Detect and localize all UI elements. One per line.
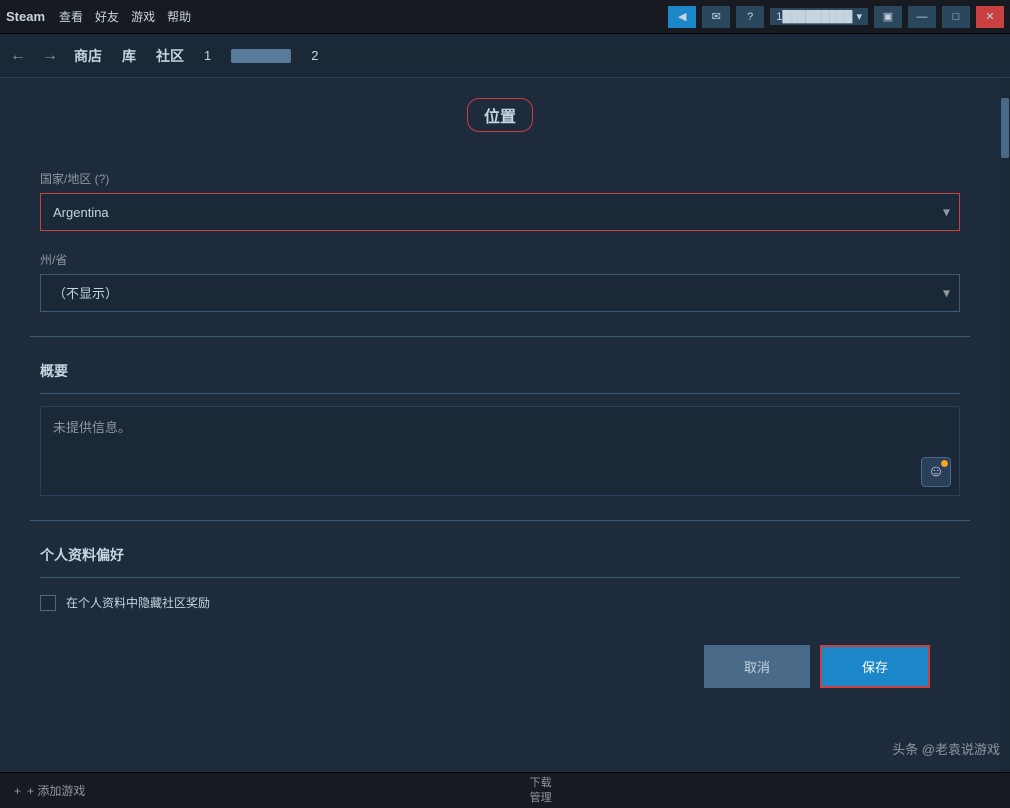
- emoji-button[interactable]: ☺: [921, 457, 951, 487]
- username-blur: [231, 49, 291, 63]
- preferences-title: 个人资料偏好: [40, 545, 960, 565]
- preferences-separator: [40, 577, 960, 578]
- title-bar-left: Steam 查看 好友 游戏 帮助: [6, 8, 191, 25]
- summary-separator: [40, 393, 960, 394]
- download-info[interactable]: 下载 管理: [530, 776, 552, 805]
- add-game-label: + 添加游戏: [27, 782, 85, 799]
- state-label: 州/省: [40, 251, 960, 268]
- nav-library[interactable]: 库: [122, 46, 136, 66]
- download-sub: 管理: [530, 791, 552, 805]
- add-game-button[interactable]: + + 添加游戏: [14, 782, 85, 799]
- bottom-bar: + + 添加游戏 下载 管理: [0, 772, 1010, 808]
- title-bar-menu: 查看 好友 游戏 帮助: [59, 8, 191, 25]
- preferences-section: 个人资料偏好 在个人资料中隐藏社区奖励: [30, 545, 970, 611]
- country-select[interactable]: Argentina China United States: [40, 193, 960, 231]
- user-dropdown[interactable]: 1█████████ ▾: [770, 8, 868, 25]
- forward-arrow[interactable]: →: [42, 47, 58, 65]
- nav-username-suffix: 2: [311, 48, 318, 63]
- hide-rewards-label: 在个人资料中隐藏社区奖励: [66, 594, 210, 611]
- nav-username: 1: [204, 48, 211, 63]
- save-button[interactable]: 保存: [820, 645, 930, 688]
- scrollbar-track[interactable]: [1000, 78, 1010, 772]
- steam-logo: Steam: [6, 9, 45, 24]
- section-title-location: 位置: [467, 98, 533, 132]
- state-select-wrapper: （不显示） ▾: [40, 274, 960, 312]
- download-title: 下载: [530, 776, 552, 790]
- back-arrow[interactable]: ←: [10, 47, 26, 65]
- menu-view[interactable]: 查看: [59, 8, 83, 25]
- summary-placeholder: 未提供信息。: [53, 420, 131, 435]
- country-form-group: 国家/地区 (?) Argentina China United States …: [30, 170, 970, 231]
- scrollbar-thumb[interactable]: [1001, 98, 1009, 158]
- nav-community[interactable]: 社区: [156, 46, 184, 66]
- content-panel: 位置 国家/地区 (?) Argentina China United Stat…: [0, 78, 1000, 772]
- username-text: 1█████████: [776, 11, 852, 23]
- cancel-button[interactable]: 取消: [704, 645, 810, 688]
- section-separator-1: [30, 336, 970, 337]
- plus-icon: +: [14, 784, 21, 798]
- chevron-down-icon: ▾: [856, 10, 862, 23]
- menu-help[interactable]: 帮助: [167, 8, 191, 25]
- minimize-button[interactable]: —: [908, 6, 936, 28]
- country-label: 国家/地区 (?): [40, 170, 960, 187]
- section-separator-2: [30, 520, 970, 521]
- nav-store[interactable]: 商店: [74, 46, 102, 66]
- state-select[interactable]: （不显示）: [40, 274, 960, 312]
- country-select-wrapper: Argentina China United States ▾: [40, 193, 960, 231]
- menu-games[interactable]: 游戏: [131, 8, 155, 25]
- close-button[interactable]: ✕: [976, 6, 1004, 28]
- maximize-button[interactable]: □: [942, 6, 970, 28]
- monitor-icon[interactable]: ▣: [874, 6, 902, 28]
- title-bar-right: ◀ ✉ ? 1█████████ ▾ ▣ — □ ✕: [668, 6, 1004, 28]
- action-bar: 取消 保存: [30, 635, 970, 688]
- title-bar: Steam 查看 好友 游戏 帮助 ◀ ✉ ? 1█████████ ▾ ▣ —…: [0, 0, 1010, 34]
- watermark: 头条 @老袁说游戏: [892, 739, 1000, 758]
- mail-icon[interactable]: ✉: [702, 6, 730, 28]
- summary-textarea[interactable]: 未提供信息。 ☺: [40, 406, 960, 496]
- nav-links: 商店 库 社区 1 2: [74, 46, 318, 66]
- nav-back-icon[interactable]: ◀: [668, 6, 696, 28]
- summary-section: 概要 未提供信息。 ☺: [30, 361, 970, 496]
- hide-rewards-row: 在个人资料中隐藏社区奖励: [40, 594, 960, 611]
- main-content: 位置 国家/地区 (?) Argentina China United Stat…: [0, 78, 1010, 772]
- summary-title: 概要: [40, 361, 960, 381]
- hide-rewards-checkbox[interactable]: [40, 595, 56, 611]
- nav-bar: ← → 商店 库 社区 1 2: [0, 34, 1010, 78]
- menu-friends[interactable]: 好友: [95, 8, 119, 25]
- emoji-notification-dot: [941, 460, 948, 467]
- help-button[interactable]: ?: [736, 6, 764, 28]
- state-form-group: 州/省 （不显示） ▾: [30, 251, 970, 312]
